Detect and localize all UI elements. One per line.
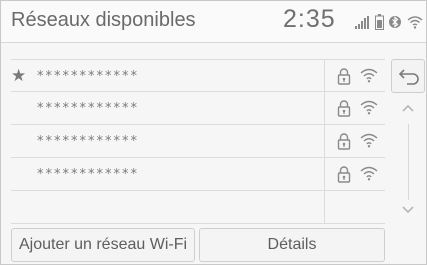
chevron-down-icon	[402, 206, 414, 214]
row-divider	[324, 158, 325, 190]
lock-icon	[336, 165, 352, 183]
network-list: ★ ************ ************ ************	[11, 59, 385, 224]
wifi-networks-screen: Réseaux disponibles 2:35 ★ ************ …	[0, 0, 427, 265]
wifi-icon	[360, 67, 378, 83]
details-button[interactable]: Détails	[199, 228, 385, 262]
status-icons	[355, 14, 425, 32]
network-ssid: ************	[37, 134, 139, 149]
scroll-up-button[interactable]	[398, 98, 418, 118]
clock: 2:35	[283, 5, 336, 33]
scroll-down-button[interactable]	[398, 200, 418, 220]
page-title: Réseaux disponibles	[11, 9, 196, 31]
lock-icon	[336, 99, 352, 117]
network-row[interactable]: ************	[11, 158, 385, 191]
cellular-signal-icon	[355, 16, 369, 34]
row-divider	[324, 125, 325, 157]
battery-icon	[375, 14, 384, 35]
wifi-icon	[360, 165, 378, 181]
add-wifi-network-button[interactable]: Ajouter un réseau Wi-Fi	[11, 228, 195, 262]
row-divider	[324, 191, 325, 223]
network-ssid: ************	[37, 69, 139, 84]
chevron-up-icon	[402, 104, 414, 112]
lock-icon	[336, 67, 352, 85]
wifi-status-icon	[407, 15, 423, 34]
wifi-icon	[360, 99, 378, 115]
network-row[interactable]: ★ ************	[11, 59, 385, 92]
network-ssid: ************	[37, 101, 139, 116]
lock-icon	[336, 132, 352, 150]
empty-row	[11, 191, 385, 224]
network-row[interactable]: ************	[11, 92, 385, 125]
back-button[interactable]	[391, 59, 425, 93]
wifi-icon	[360, 132, 378, 148]
network-row[interactable]: ************	[11, 125, 385, 158]
scrollbar-track[interactable]	[408, 124, 409, 200]
star-icon: ★	[11, 66, 27, 85]
back-arrow-icon	[398, 69, 419, 85]
network-ssid: ************	[37, 167, 139, 182]
row-divider	[324, 60, 325, 91]
bluetooth-icon	[389, 14, 401, 35]
row-divider	[324, 92, 325, 124]
header-bar: Réseaux disponibles 2:35	[1, 1, 426, 43]
